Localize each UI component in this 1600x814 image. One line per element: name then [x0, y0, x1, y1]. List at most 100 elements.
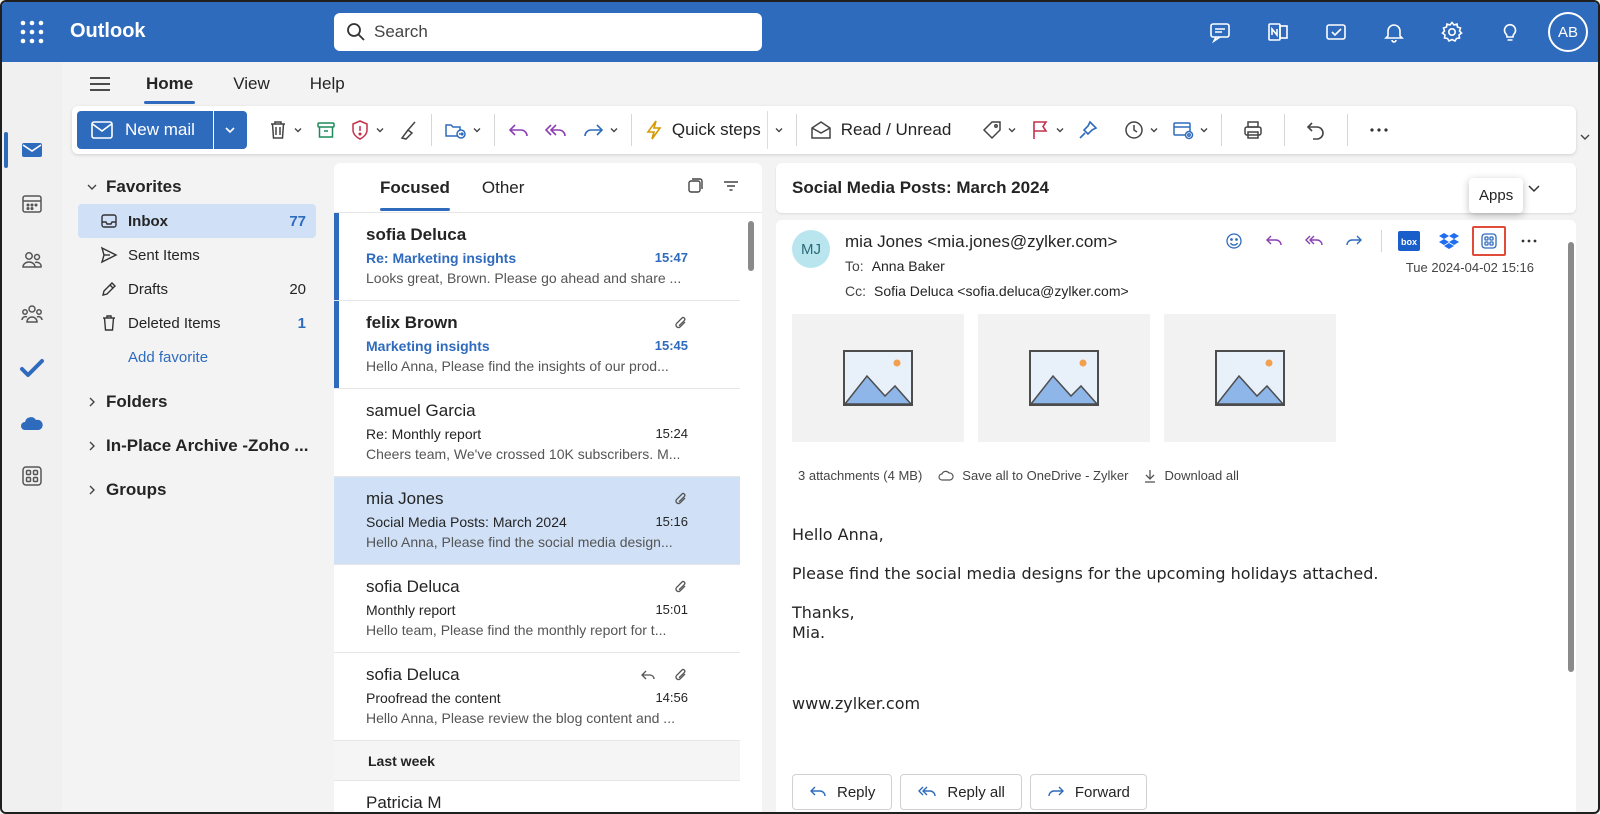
flag-button[interactable] — [1023, 111, 1071, 149]
folder-sent-items[interactable]: Sent Items — [78, 238, 316, 272]
attachment-thumbnail[interactable] — [1164, 314, 1336, 442]
folders-group[interactable]: Folders — [78, 380, 316, 424]
to-recipient[interactable]: Anna Baker — [872, 258, 945, 274]
list-scrollbar[interactable] — [748, 221, 754, 271]
message-item[interactable]: sofia Deluca Monthly report Hello team, … — [334, 565, 740, 653]
new-mail-button[interactable]: New mail — [77, 111, 213, 149]
reply-all-toolbar-button[interactable] — [537, 111, 575, 149]
download-all-button[interactable]: Download all — [1144, 468, 1239, 483]
body-website[interactable]: www.zylker.com — [792, 694, 1379, 714]
dropbox-app-button[interactable] — [1432, 226, 1466, 256]
message-item[interactable]: Patricia M — [334, 781, 740, 812]
search-box[interactable]: Search — [334, 13, 762, 51]
tips-lightbulb-icon[interactable] — [1490, 12, 1530, 52]
hamburger-menu-icon[interactable] — [86, 70, 114, 98]
user-avatar[interactable]: AB — [1548, 12, 1588, 52]
react-emoji-button[interactable] — [1217, 226, 1251, 256]
onedrive-icon[interactable] — [16, 408, 48, 440]
todo-check-icon[interactable] — [16, 352, 48, 384]
more-options-button[interactable] — [1354, 111, 1404, 149]
forward-toolbar-button[interactable] — [575, 111, 625, 149]
box-app-button[interactable]: box — [1392, 226, 1426, 256]
message-item[interactable]: sofia Deluca Proofread the content Hello… — [334, 653, 740, 741]
tab-view[interactable]: View — [231, 68, 272, 100]
todo-icon[interactable] — [1316, 12, 1356, 52]
sweep-button[interactable] — [391, 111, 425, 149]
select-icon[interactable] — [686, 177, 704, 195]
reply-bar: Reply Reply all Forward — [792, 774, 1147, 810]
reply-button[interactable]: Reply — [792, 774, 893, 810]
reply-toolbar-button[interactable] — [501, 111, 537, 149]
search-input[interactable]: Search — [374, 22, 428, 42]
folder-deleted-items[interactable]: Deleted Items 1 — [78, 306, 316, 340]
favorites-header[interactable]: Favorites — [78, 170, 316, 204]
box-icon: box — [1398, 231, 1420, 251]
save-to-onedrive-button[interactable]: Save all to OneDrive - Zylker — [938, 468, 1128, 483]
cc-recipient[interactable]: Sofia Deluca <sofia.deluca@zylker.com> — [874, 283, 1129, 299]
app-rail — [2, 62, 62, 812]
new-mail-dropdown[interactable] — [212, 111, 247, 149]
attachment-thumbnail[interactable] — [792, 314, 964, 442]
groups-group[interactable]: Groups — [78, 468, 316, 512]
chevron-down-icon[interactable] — [1578, 130, 1592, 144]
chevron-down-icon[interactable] — [1526, 180, 1542, 196]
settings-gear-icon[interactable] — [1432, 12, 1472, 52]
move-to-button[interactable] — [438, 111, 488, 149]
filter-icon[interactable] — [722, 177, 740, 195]
folder-pane: Favorites Inbox 77 Sent Items Drafts 20 … — [78, 170, 316, 512]
quick-steps-dropdown[interactable] — [766, 111, 790, 149]
calendar-icon[interactable] — [16, 188, 48, 220]
folder-drafts[interactable]: Drafts 20 — [78, 272, 316, 306]
groups-icon[interactable] — [16, 298, 48, 330]
more-actions-button[interactable] — [1512, 226, 1546, 256]
quick-steps-button[interactable]: Quick steps — [638, 111, 761, 149]
snooze-button[interactable] — [1117, 111, 1165, 149]
forward-action-button[interactable] — [1337, 226, 1371, 256]
folder-label: Sent Items — [128, 246, 200, 264]
archive-button[interactable] — [309, 111, 343, 149]
reading-scrollbar[interactable] — [1568, 242, 1574, 672]
people-icon[interactable] — [16, 244, 48, 276]
folder-inbox[interactable]: Inbox 77 — [78, 204, 316, 238]
onenote-icon[interactable] — [1258, 12, 1298, 52]
message-item[interactable]: felix Brown Marketing insights Hello Ann… — [334, 301, 740, 389]
mail-icon[interactable] — [16, 134, 48, 166]
undo-button[interactable] — [1291, 111, 1341, 149]
sender-name[interactable]: mia Jones <mia.jones@zylker.com> — [845, 232, 1117, 252]
attachment-thumbnail[interactable] — [978, 314, 1150, 442]
teams-chat-icon[interactable] — [1200, 12, 1240, 52]
pin-button[interactable] — [1071, 111, 1105, 149]
message-subject: Re: Monthly report — [366, 426, 482, 442]
more-apps-icon[interactable] — [16, 460, 48, 492]
add-favorite-link[interactable]: Add favorite — [78, 340, 316, 374]
reply-action-button[interactable] — [1257, 226, 1291, 256]
archive-group[interactable]: In-Place Archive -Zoho ... — [78, 424, 316, 468]
reply-all-button[interactable]: Reply all — [900, 774, 1022, 810]
delete-button[interactable] — [261, 111, 309, 149]
message-item[interactable]: samuel Garcia Re: Monthly report Cheers … — [334, 389, 740, 477]
reply-all-action-button[interactable] — [1297, 226, 1331, 256]
undo-icon — [1305, 119, 1327, 141]
message-item[interactable]: sofia Deluca Re: Marketing insights Look… — [334, 213, 740, 301]
message-item[interactable]: mia Jones Social Media Posts: March 2024… — [334, 477, 740, 565]
tab-home[interactable]: Home — [144, 68, 196, 104]
lightning-icon — [644, 119, 664, 141]
tab-other[interactable]: Other — [482, 178, 525, 198]
outlook-window: Outlook Search AB Home View Help New mai… — [0, 0, 1600, 814]
read-unread-button[interactable]: Read / Unread — [803, 111, 958, 149]
command-toolbar: New mail Quick steps Read / Unread — [72, 106, 1576, 154]
apps-tooltip: Apps — [1469, 178, 1524, 213]
sender-avatar[interactable]: MJ — [792, 230, 830, 268]
forward-button[interactable]: Forward — [1029, 774, 1147, 810]
app-launcher-icon[interactable] — [18, 18, 46, 46]
report-button[interactable] — [343, 111, 391, 149]
print-button[interactable] — [1228, 111, 1278, 149]
notifications-icon[interactable] — [1374, 12, 1414, 52]
apps-button[interactable] — [1472, 226, 1506, 256]
rules-button[interactable] — [1165, 111, 1215, 149]
categorize-button[interactable] — [975, 111, 1023, 149]
group-label: In-Place Archive -Zoho ... — [106, 436, 309, 455]
tab-focused[interactable]: Focused — [380, 178, 450, 211]
tab-help[interactable]: Help — [308, 68, 347, 100]
app-title[interactable]: Outlook — [70, 20, 146, 43]
